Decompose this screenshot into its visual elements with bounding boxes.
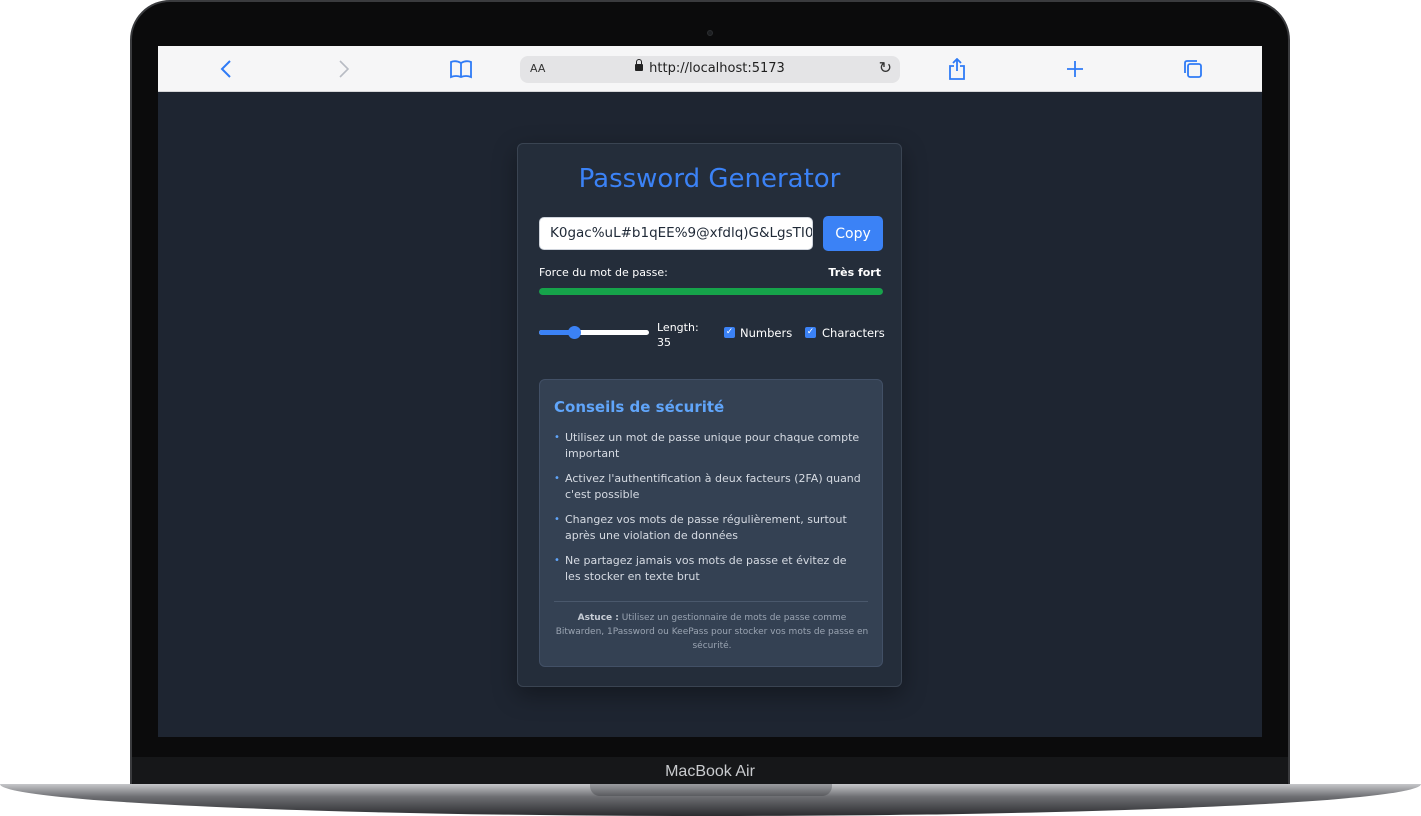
new-tab-icon[interactable] <box>1060 56 1090 82</box>
bookmarks-icon[interactable] <box>446 56 476 82</box>
browser-window: AA http://localhost:5173 ↻ Password Gene… <box>158 46 1262 737</box>
reload-icon[interactable]: ↻ <box>879 58 892 77</box>
strength-value: Très fort <box>828 266 881 279</box>
lock-icon <box>635 59 644 71</box>
password-field[interactable]: K0gac%uL#b1qEE%9@xfdlq)G&LgsTI08 <box>539 217 813 250</box>
length-display: Length: 35 <box>657 320 699 350</box>
numbers-label: Numbers <box>740 326 793 340</box>
length-slider[interactable] <box>539 326 649 339</box>
browser-toolbar: AA http://localhost:5173 ↻ <box>158 46 1262 92</box>
tips-note: Astuce : Utilisez un gestionnaire de mot… <box>554 611 870 653</box>
strength-meter <box>539 288 883 295</box>
copy-button[interactable]: Copy <box>823 216 883 251</box>
url-text: http://localhost:5173 <box>649 61 785 76</box>
characters-checkbox[interactable]: ✓ <box>805 327 816 338</box>
url-display: http://localhost:5173 <box>520 59 900 76</box>
laptop-bottom-bezel: MacBook Air <box>132 757 1288 787</box>
security-tips-panel: Conseils de sécurité Utilisez un mot de … <box>539 379 883 667</box>
password-generator-card: Password Generator K0gac%uL#b1qEE%9@xfdl… <box>517 143 902 687</box>
numbers-checkbox[interactable]: ✓ <box>724 327 735 338</box>
tips-note-prefix: Astuce : <box>577 613 619 623</box>
tip-item: Utilisez un mot de passe unique pour cha… <box>554 430 864 462</box>
tips-divider <box>554 601 868 602</box>
address-bar[interactable]: AA http://localhost:5173 ↻ <box>520 56 900 83</box>
laptop-notch <box>590 784 832 796</box>
tip-item: Ne partagez jamais vos mots de passe et … <box>554 553 864 585</box>
tip-item: Changez vos mots de passe régulièrement,… <box>554 512 864 544</box>
tabs-icon[interactable] <box>1178 56 1208 82</box>
strength-label: Force du mot de passe: <box>539 266 668 279</box>
tips-list: Utilisez un mot de passe unique pour cha… <box>554 430 864 594</box>
length-value: 35 <box>657 336 671 349</box>
length-label: Length: <box>657 321 699 334</box>
tip-item: Activez l'authentification à deux facteu… <box>554 471 864 503</box>
characters-label: Characters <box>822 326 885 340</box>
forward-icon[interactable] <box>329 56 359 82</box>
model-label: MacBook Air <box>665 763 755 780</box>
camera <box>707 30 713 36</box>
slider-thumb[interactable] <box>568 326 582 339</box>
page-title: Password Generator <box>578 164 841 194</box>
share-icon[interactable] <box>942 56 972 82</box>
back-icon[interactable] <box>211 56 241 82</box>
strength-meter-fill <box>539 288 883 295</box>
tips-title: Conseils de sécurité <box>554 398 725 416</box>
